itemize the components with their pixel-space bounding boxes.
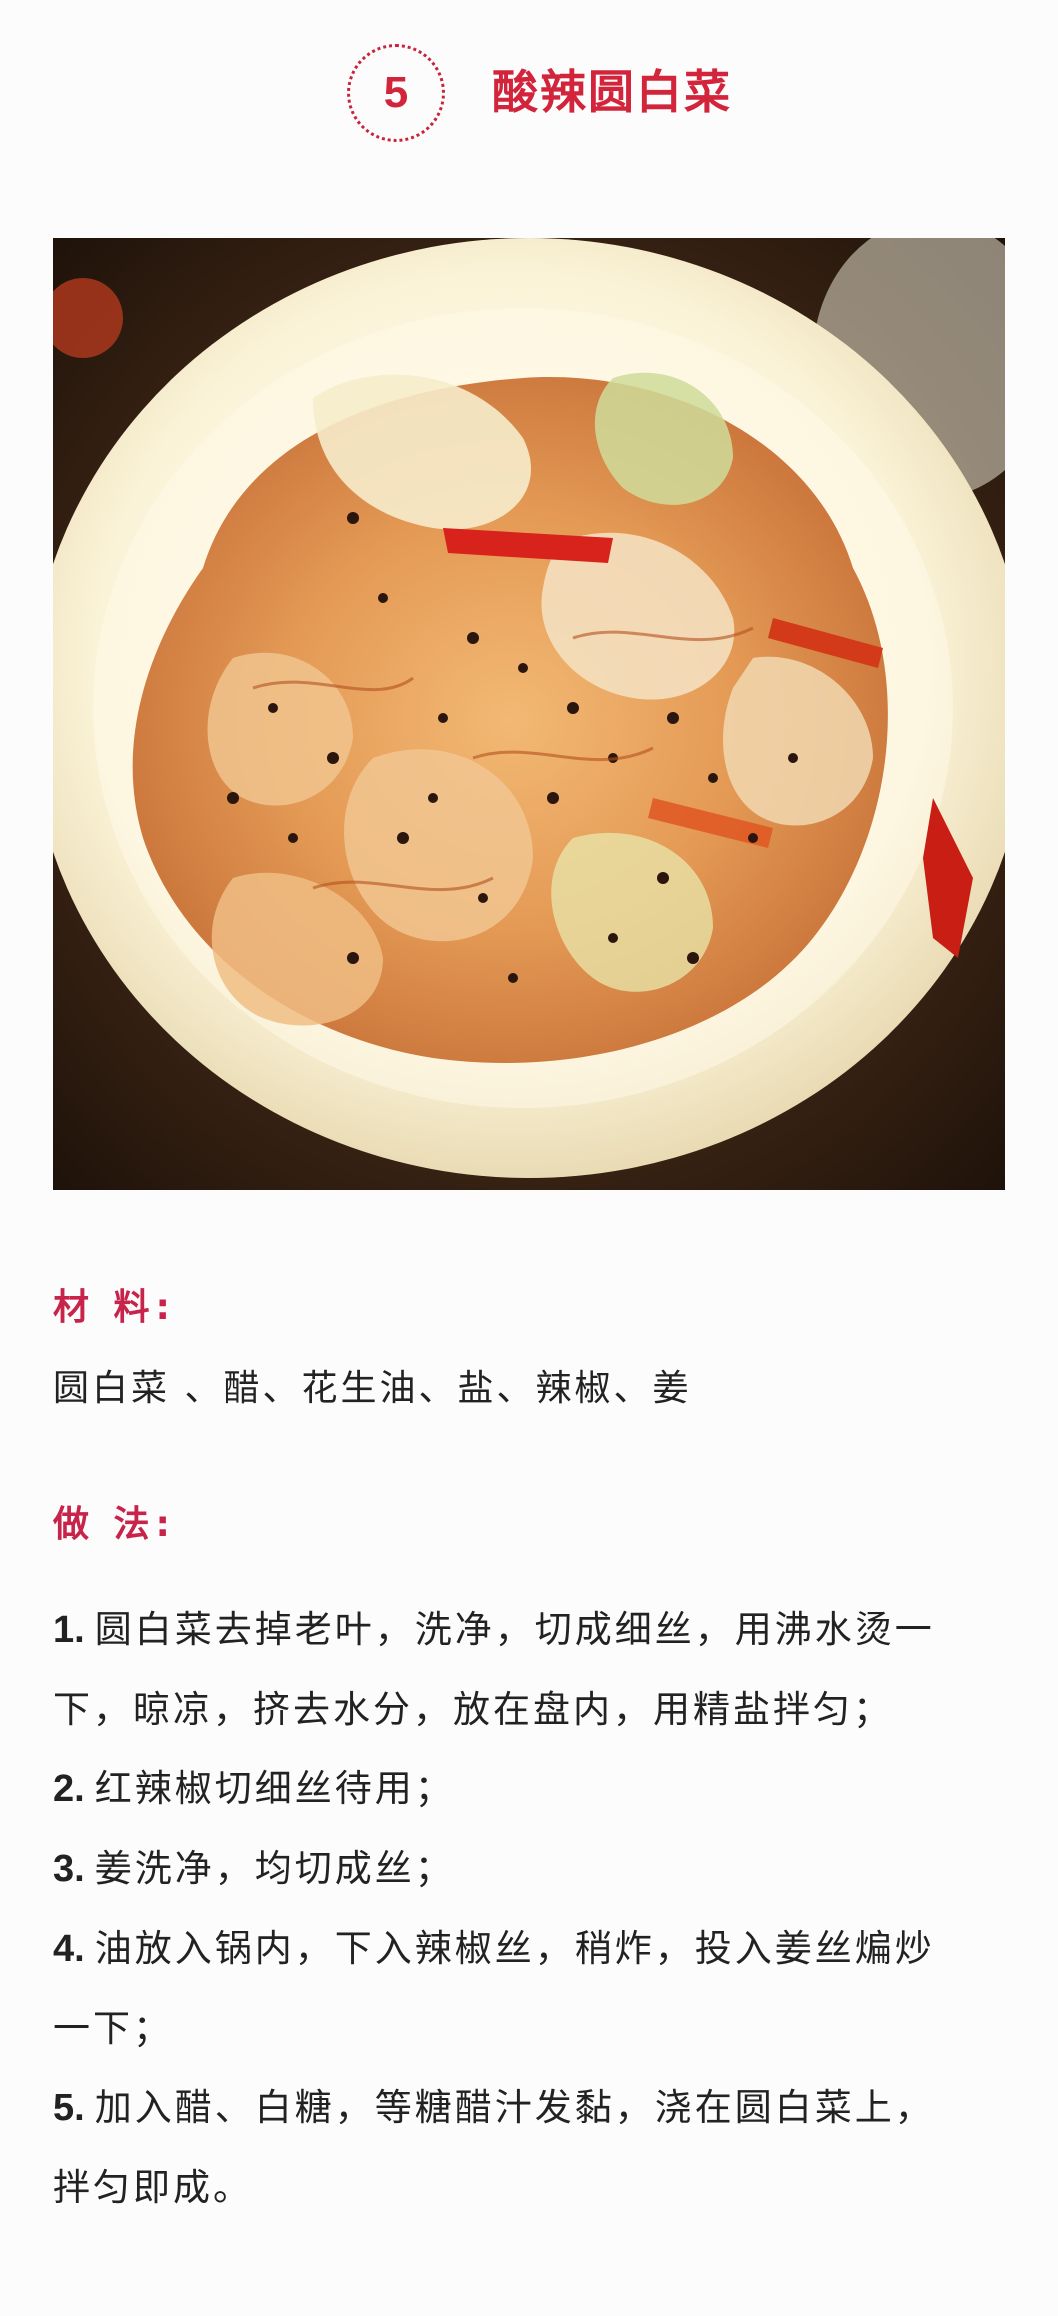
recipe-header: 5 酸辣圆白菜	[0, 44, 1058, 148]
step-2: 2. 红辣椒切细丝待用；	[53, 1749, 1013, 1829]
step-text: 加入醋、白糖，等糖醋汁发黏，浇在圆白菜上，	[94, 2086, 935, 2129]
method-heading: 做 法:	[53, 1504, 176, 1545]
step-number: 4.	[53, 1928, 85, 1970]
recipe-number: 5	[383, 68, 409, 117]
step-3: 3. 姜洗净，均切成丝；	[53, 1829, 1013, 1909]
ingredients-heading: 材 料:	[53, 1287, 176, 1328]
step-1: 1. 圆白菜去掉老叶，洗净，切成细丝，用沸水烫一 下，晾凉，挤去水分，放在盘内，用…	[53, 1590, 1013, 1749]
step-text: 一下；	[53, 2007, 173, 2050]
step-4: 4. 油放入锅内，下入辣椒丝，稍炸，投入姜丝煸炒 一下；	[53, 1909, 1013, 2068]
step-text: 下，晾凉，挤去水分，放在盘内，用精盐拌匀；	[53, 1688, 893, 1731]
step-number: 5.	[53, 2087, 85, 2129]
step-number: 3.	[53, 1848, 85, 1890]
dish-photo-illustration	[53, 238, 1005, 1190]
step-number: 2.	[53, 1768, 85, 1810]
recipe-title: 酸辣圆白菜	[492, 65, 732, 119]
step-text: 拌匀即成。	[53, 2166, 253, 2209]
dish-photo	[53, 238, 1005, 1190]
step-text: 油放入锅内，下入辣椒丝，稍炸，投入姜丝煸炒	[94, 1927, 935, 1970]
step-5: 5. 加入醋、白糖，等糖醋汁发黏，浇在圆白菜上， 拌匀即成。	[53, 2068, 1013, 2227]
step-text: 姜洗净，均切成丝；	[94, 1847, 455, 1890]
ingredients-list: 圆白菜 、醋、花生油、盐、辣椒、姜	[53, 1368, 692, 1409]
recipe-number-badge: 5	[347, 44, 445, 142]
step-text: 圆白菜去掉老叶，洗净，切成细丝，用沸水烫一	[94, 1608, 935, 1651]
step-text: 红辣椒切细丝待用；	[94, 1767, 455, 1810]
step-number: 1.	[53, 1609, 85, 1651]
method-steps: 1. 圆白菜去掉老叶，洗净，切成细丝，用沸水烫一 下，晾凉，挤去水分，放在盘内，用…	[53, 1590, 1013, 2227]
